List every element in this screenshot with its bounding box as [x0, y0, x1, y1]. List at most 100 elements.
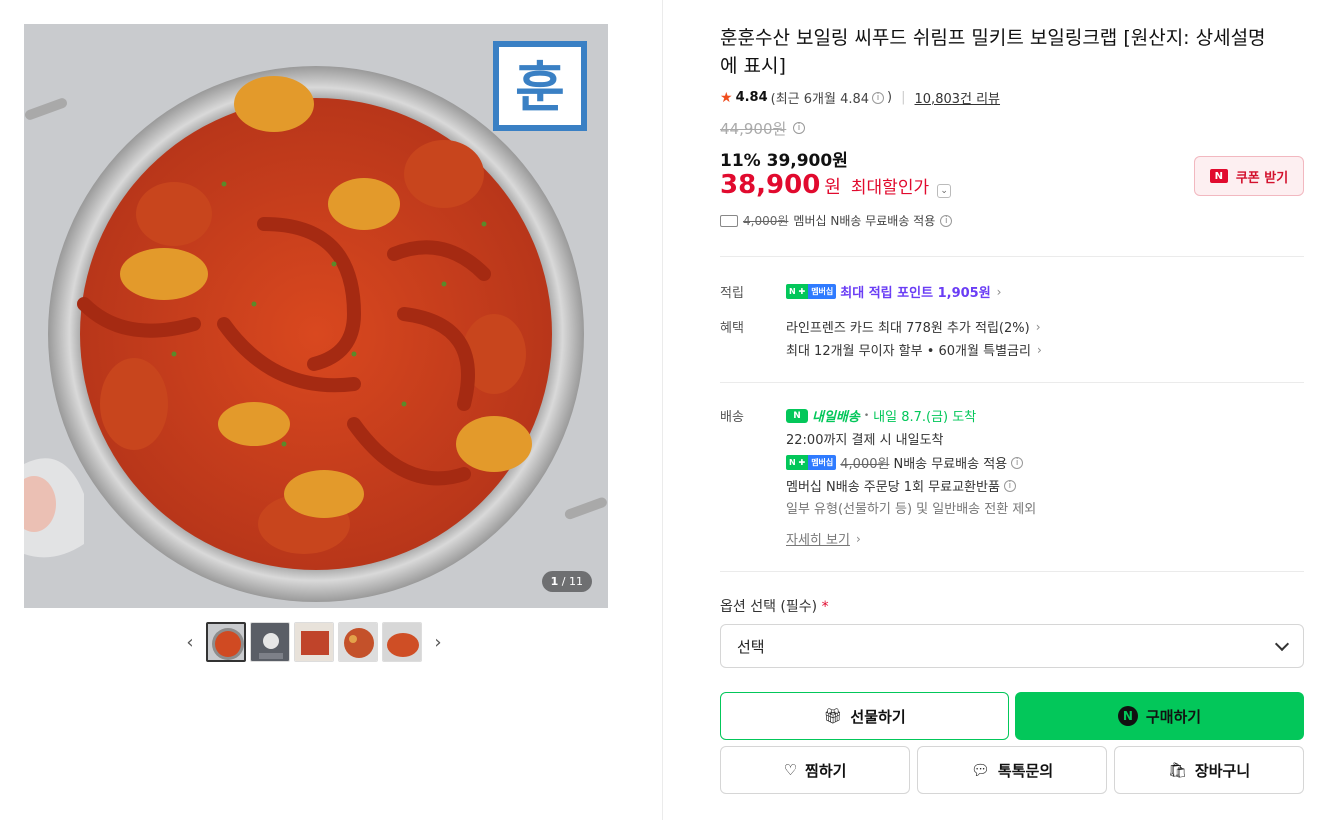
info-icon[interactable]: i — [872, 91, 885, 104]
shipping-row: 4,000원 멤버십 N배송 무료배송 적용 i — [720, 212, 953, 229]
buy-button[interactable]: N 구매하기 — [1015, 692, 1304, 740]
delivery-fee-row: N ✚ 멤버십 4,000원 N배송 무료배송 적용 i — [786, 453, 1024, 472]
option-label: 옵션 선택 (필수) * — [720, 596, 829, 616]
option-select[interactable]: 선택 — [720, 624, 1304, 668]
naver-delivery-icon: N — [786, 408, 808, 423]
coupon-button[interactable]: N 쿠폰 받기 — [1194, 156, 1304, 196]
option-label-text: 옵션 선택 (필수) — [720, 599, 818, 615]
thumbnail-2[interactable] — [250, 622, 290, 662]
membership-badge-n: N ✚ — [786, 284, 809, 299]
gift-button-label: 선물하기 — [850, 707, 906, 726]
wish-button[interactable]: ♡ 찜하기 — [720, 746, 910, 794]
points-label: 적립 — [720, 286, 744, 301]
review-count-link[interactable]: 10,803건 리뷰 — [915, 88, 1001, 107]
required-mark: * — [821, 599, 829, 615]
buy-button-label: 구매하기 — [1145, 707, 1202, 726]
product-main-image[interactable]: 훈 1 / 11 — [24, 24, 608, 608]
thumb-prev-icon[interactable]: ‹ — [178, 622, 202, 662]
chat-icon: 💬︎ — [970, 761, 990, 779]
perk-card-row[interactable]: 라인프렌즈 카드 최대 778원 추가 적립(2%) › — [786, 317, 1041, 337]
cart-button[interactable]: 🛍︎ 장바구니 — [1114, 746, 1304, 794]
brand-watermark: 훈 — [515, 56, 565, 119]
image-panel: 훈 1 / 11 ‹ › — [0, 0, 663, 820]
section-divider — [720, 382, 1304, 383]
original-price: 44,900원 — [720, 120, 787, 138]
chevron-right-icon: › — [855, 531, 861, 546]
delivery-fee-text: N배송 무료배송 적용 — [893, 457, 1008, 472]
chevron-right-icon: › — [1035, 319, 1041, 334]
delivery-label: 배송 — [720, 410, 744, 425]
chevron-down-icon[interactable]: ⌄ — [937, 184, 952, 198]
thumbnail-1[interactable] — [206, 622, 246, 662]
heart-icon: ♡ — [783, 761, 798, 779]
membership-badge: N ✚ 멤버십 — [786, 455, 837, 470]
delivery-arrival: 내일 8.7.(금) 도착 — [873, 410, 977, 425]
points-text: 최대 적립 포인트 1,905원 — [840, 286, 991, 301]
info-icon[interactable]: i — [1011, 456, 1024, 469]
thumbnail-5[interactable] — [382, 622, 422, 662]
final-price-unit: 원 — [824, 177, 841, 198]
talk-button[interactable]: 💬︎ 톡톡문의 — [917, 746, 1107, 794]
final-price: 38,900 원 최대할인가 ⌄ — [720, 170, 952, 200]
cart-button-label: 장바구니 — [1194, 761, 1251, 780]
membership-badge-label: 멤버십 — [808, 284, 837, 299]
dot-separator: • — [863, 410, 870, 421]
chevron-right-icon: › — [996, 284, 1002, 299]
info-icon[interactable]: i — [1003, 479, 1016, 492]
thumbnail-3[interactable] — [294, 622, 334, 662]
product-title: 훈훈수산 보일링 씨푸드 쉬림프 밀키트 보일링크랩 [원산지: 상세설명에 표… — [720, 27, 1266, 77]
naver-pay-icon: N — [1117, 706, 1138, 726]
delivery-fee: 4,000원 — [840, 457, 890, 472]
shipping-text: 멤버십 N배송 무료배송 적용 — [793, 214, 936, 228]
price-info-icon[interactable]: i — [793, 122, 805, 134]
delivery-exchange: 멤버십 N배송 주문당 1회 무료교환반품 — [786, 480, 1000, 495]
coupon-label: 쿠폰 받기 — [1235, 170, 1289, 186]
image-counter-total: / 11 — [561, 575, 583, 588]
seafood-pan-image: 훈 — [24, 24, 608, 608]
membership-badge: N ✚ 멤버십 — [786, 284, 837, 299]
delivery-exchange-row: 멤버십 N배송 주문당 1회 무료교환반품 i — [786, 476, 1016, 495]
points-row[interactable]: N ✚ 멤버십 최대 적립 포인트 1,905원 › — [786, 282, 1001, 301]
image-counter-current: 1 — [550, 575, 559, 588]
thumbnail-strip: ‹ › — [178, 622, 450, 662]
rating-row: ★ 4.84 (최근 6개월 4.84 i ) | 10,803건 리뷰 — [720, 88, 1001, 108]
thumbnail-4[interactable] — [338, 622, 378, 662]
product-info-panel: 훈훈수산 보일링 씨푸드 쉬림프 밀키트 보일링크랩 [원산지: 상세설명에 표… — [720, 0, 1304, 820]
chevron-right-icon: › — [1036, 342, 1042, 357]
section-divider — [720, 571, 1304, 572]
membership-badge-label: 멤버십 — [808, 455, 837, 470]
delivery-exclusion: 일부 유형(선물하기 등) 및 일반배송 전환 제외 — [786, 502, 1037, 517]
talk-button-label: 톡톡문의 — [997, 761, 1054, 780]
perk-installment-row[interactable]: 최대 12개월 무이자 할부 • 60개월 특별금리 › — [786, 340, 1042, 360]
delivery-brand: 내일배송 — [812, 410, 860, 425]
rating-recent: (최근 6개월 4.84 — [770, 92, 870, 107]
naver-n-icon: N — [1209, 169, 1228, 183]
truck-icon — [720, 214, 738, 227]
final-price-number: 38,900 — [720, 170, 821, 200]
rating-score: 4.84 — [735, 90, 768, 105]
shipping-fee: 4,000원 — [743, 214, 789, 228]
perk-installment-text: 최대 12개월 무이자 할부 • 60개월 특별금리 — [786, 344, 1031, 359]
wish-button-label: 찜하기 — [805, 761, 847, 780]
option-select-value: 선택 — [737, 637, 765, 656]
section-divider — [720, 256, 1304, 257]
info-icon[interactable]: i — [940, 214, 953, 227]
rating-recent-close: ) — [887, 90, 893, 105]
shopping-bag-icon: 🛍︎ — [1167, 761, 1187, 779]
image-counter: 1 / 11 — [541, 571, 592, 592]
membership-badge-n: N ✚ — [786, 455, 809, 470]
perk-card-text: 라인프렌즈 카드 최대 778원 추가 적립(2%) — [786, 321, 1030, 336]
discount-price: 11% 39,900원 — [720, 151, 848, 171]
delivery-more-link[interactable]: 자세히 보기 › — [786, 529, 861, 549]
max-discount-label: 최대할인가 — [850, 178, 930, 198]
divider: | — [901, 90, 906, 105]
gift-button[interactable]: 🎁︎ 선물하기 — [720, 692, 1009, 740]
perks-label: 혜택 — [720, 321, 744, 336]
delivery-cutoff: 22:00까지 결제 시 내일도착 — [786, 433, 944, 448]
star-icon: ★ — [720, 89, 733, 106]
delivery-brand-row: N 내일배송 • 내일 8.7.(금) 도착 — [786, 406, 976, 425]
delivery-more-label: 자세히 보기 — [786, 533, 850, 548]
gift-icon: 🎁︎ — [823, 707, 843, 725]
thumb-next-icon[interactable]: › — [426, 622, 450, 662]
chevron-down-icon — [1274, 636, 1290, 651]
